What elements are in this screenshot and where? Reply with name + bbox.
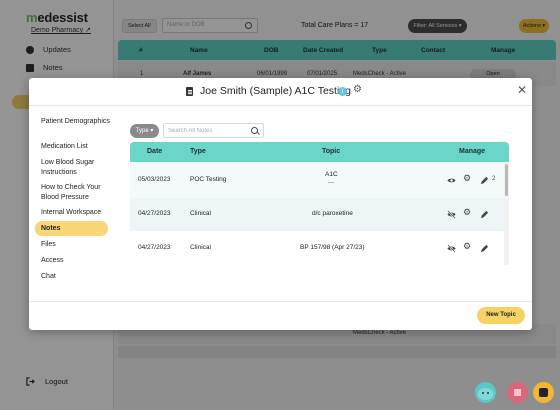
care-plan-modal: Joe Smith (Sample) A1C Testing i ⚙ ✕ Pat… (29, 78, 532, 330)
note-topic-sub: --- (328, 180, 334, 186)
chat-launcher-icon[interactable] (533, 382, 554, 403)
note-date: 04/27/2023 (138, 244, 171, 251)
modal-header: Joe Smith (Sample) A1C Testing i ⚙ ✕ (29, 78, 532, 106)
gear-icon[interactable]: ⚙ (463, 208, 472, 217)
notes-table-header: Date Type Topic Manage (130, 142, 509, 162)
menu-item-medication-list[interactable]: Medication List (41, 142, 88, 152)
menu-item-low-blood-sugar[interactable]: Low Blood Sugar Instructions (41, 158, 111, 177)
help-book-icon[interactable] (507, 382, 528, 403)
search-icon[interactable] (251, 127, 258, 134)
menu-item-access[interactable]: Access (41, 256, 64, 266)
column-header-date: Date (147, 148, 163, 155)
note-topic[interactable]: BP 157/98 (Apr 27/23) (300, 244, 365, 251)
gear-icon[interactable]: ⚙ (463, 174, 472, 183)
notes-search-box (163, 123, 264, 138)
pencil-icon[interactable] (480, 176, 489, 185)
note-type: POC Testing (190, 176, 227, 183)
column-header-topic: Topic (322, 148, 341, 155)
menu-item-files[interactable]: Files (41, 240, 56, 250)
modal-title: Joe Smith (Sample) A1C Testing (200, 85, 351, 97)
assistant-bot-icon[interactable] (475, 382, 496, 403)
notes-table: Date Type Topic Manage 05/03/2023 POC Te… (130, 142, 509, 265)
new-topic-button[interactable]: New Topic (477, 307, 525, 324)
note-topic[interactable]: A1C (325, 171, 338, 178)
note-topic[interactable]: d/c paroxetine (312, 210, 353, 217)
edit-count: 2 (492, 176, 496, 182)
notes-search-input[interactable] (168, 126, 248, 136)
menu-item-notes[interactable]: Notes (41, 224, 60, 234)
column-header-type: Type (190, 148, 206, 155)
pencil-icon[interactable] (480, 210, 489, 219)
table-row[interactable]: 04/27/2023 Clinical BP 157/98 (Apr 27/23… (130, 231, 504, 264)
menu-item-chat[interactable]: Chat (41, 272, 56, 282)
document-icon (186, 87, 193, 96)
pencil-icon[interactable] (480, 244, 489, 253)
modal-footer-divider (29, 301, 532, 302)
note-date: 05/03/2023 (138, 176, 171, 183)
menu-item-internal-workspace[interactable]: Internal Workspace (41, 208, 101, 218)
menu-item-patient-demographics[interactable]: Patient Demographics (41, 117, 111, 127)
column-header-manage: Manage (459, 148, 486, 155)
eye-icon[interactable] (447, 176, 456, 185)
eye-slash-icon[interactable] (447, 244, 456, 253)
gear-icon[interactable]: ⚙ (463, 242, 472, 251)
eye-slash-icon[interactable] (447, 210, 456, 219)
note-type: Clinical (190, 244, 211, 251)
info-icon[interactable]: i (338, 87, 347, 96)
table-row[interactable]: 05/03/2023 POC Testing A1C --- ⚙ 2 (130, 162, 504, 198)
note-type: Clinical (190, 210, 211, 217)
table-row[interactable]: 04/27/2023 Clinical d/c paroxetine ⚙ (130, 198, 504, 231)
close-icon[interactable]: ✕ (517, 84, 527, 96)
gear-icon[interactable]: ⚙ (353, 85, 362, 95)
note-date: 04/27/2023 (138, 210, 171, 217)
scrollbar-thumb[interactable] (505, 164, 508, 196)
type-filter-button[interactable]: Type ▾ (130, 124, 159, 138)
menu-item-blood-pressure[interactable]: How to Check Your Blood Pressure (41, 183, 111, 202)
